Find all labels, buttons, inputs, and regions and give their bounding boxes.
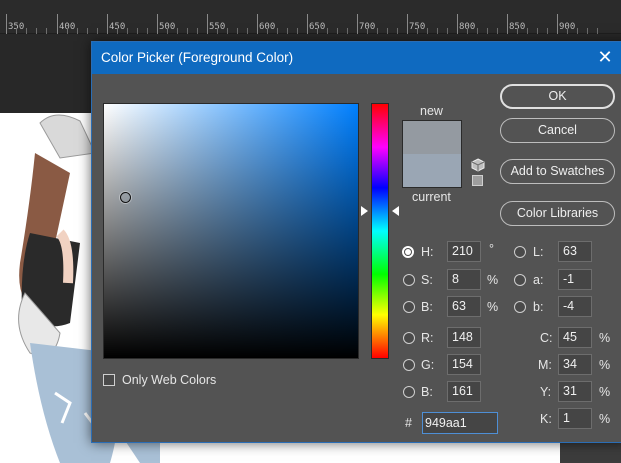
red-input[interactable]: 148 <box>447 327 481 348</box>
lab-l-radio[interactable] <box>514 246 526 258</box>
red-label: R: <box>421 331 434 345</box>
current-color-swatch[interactable] <box>402 154 462 188</box>
current-color-label: current <box>412 190 451 204</box>
only-web-colors-checkbox[interactable] <box>103 374 115 386</box>
out-of-gamut-cube-icon[interactable] <box>471 158 485 172</box>
only-web-colors-label: Only Web Colors <box>122 373 217 387</box>
black-label: K: <box>540 412 552 426</box>
saturation-label: S: <box>421 273 433 287</box>
brightness-label: B: <box>421 300 433 314</box>
yellow-input[interactable]: 31 <box>558 381 592 402</box>
black-input[interactable]: 1 <box>558 408 592 429</box>
cancel-button[interactable]: Cancel <box>500 118 615 143</box>
saturation-unit: % <box>487 273 499 287</box>
hue-radio[interactable] <box>402 246 414 258</box>
hue-input[interactable]: 210 <box>447 241 481 262</box>
saturation-radio[interactable] <box>403 274 415 286</box>
dialog-titlebar[interactable]: Color Picker (Foreground Color) <box>92 42 621 74</box>
magenta-input[interactable]: 34 <box>558 354 592 375</box>
lab-a-input[interactable]: -1 <box>558 269 592 290</box>
cyan-label: C: <box>540 331 553 345</box>
color-picker-dialog: Color Picker (Foreground Color) ✕ new cu… <box>91 41 621 443</box>
lab-l-input[interactable]: 63 <box>558 241 592 262</box>
hue-slider-arrow-left-icon[interactable] <box>361 206 368 216</box>
hue-slider-arrow-right-icon[interactable] <box>392 206 399 216</box>
saturation-brightness-field[interactable] <box>103 103 359 359</box>
yellow-label: Y: <box>540 385 552 399</box>
web-safe-swatch-icon[interactable] <box>472 175 483 186</box>
green-label: G: <box>421 358 435 372</box>
close-icon[interactable]: ✕ <box>594 42 616 74</box>
ok-button[interactable]: OK <box>500 84 615 109</box>
add-to-swatches-button[interactable]: Add to Swatches <box>500 159 615 184</box>
lab-b-radio[interactable] <box>514 301 526 313</box>
new-color-swatch <box>402 120 462 154</box>
hue-slider[interactable] <box>371 103 389 359</box>
hue-unit: ° <box>489 242 494 256</box>
blue-input[interactable]: 161 <box>447 381 481 402</box>
magenta-label: M: <box>538 358 552 372</box>
lab-a-label: a: <box>533 273 544 287</box>
black-unit: % <box>599 412 611 426</box>
color-field-marker[interactable] <box>120 192 131 203</box>
horizontal-ruler: 350 400 450 500 550 600 650 700 750 800 … <box>0 0 621 34</box>
lab-b-input[interactable]: -4 <box>558 296 592 317</box>
magenta-unit: % <box>599 358 611 372</box>
dialog-title: Color Picker (Foreground Color) <box>101 50 294 65</box>
photoshop-window: 350 400 450 500 550 600 650 700 750 800 … <box>0 0 621 463</box>
lab-a-radio[interactable] <box>514 274 526 286</box>
hue-label: H: <box>421 245 434 259</box>
cyan-input[interactable]: 45 <box>558 327 592 348</box>
cyan-unit: % <box>599 331 611 345</box>
blue-label: B: <box>421 385 433 399</box>
hex-color-input[interactable]: 949aa1 <box>422 412 498 434</box>
brightness-input[interactable]: 63 <box>447 296 481 317</box>
color-libraries-button[interactable]: Color Libraries <box>500 201 615 226</box>
brightness-unit: % <box>487 300 499 314</box>
red-radio[interactable] <box>403 332 415 344</box>
lab-b-label: b: <box>533 300 544 314</box>
brightness-radio[interactable] <box>403 301 415 313</box>
saturation-input[interactable]: 8 <box>447 269 481 290</box>
blue-radio[interactable] <box>403 386 415 398</box>
hex-prefix-label: # <box>405 416 412 430</box>
green-radio[interactable] <box>403 359 415 371</box>
green-input[interactable]: 154 <box>447 354 481 375</box>
lab-l-label: L: <box>533 245 544 259</box>
yellow-unit: % <box>599 385 611 399</box>
new-color-label: new <box>420 104 443 118</box>
